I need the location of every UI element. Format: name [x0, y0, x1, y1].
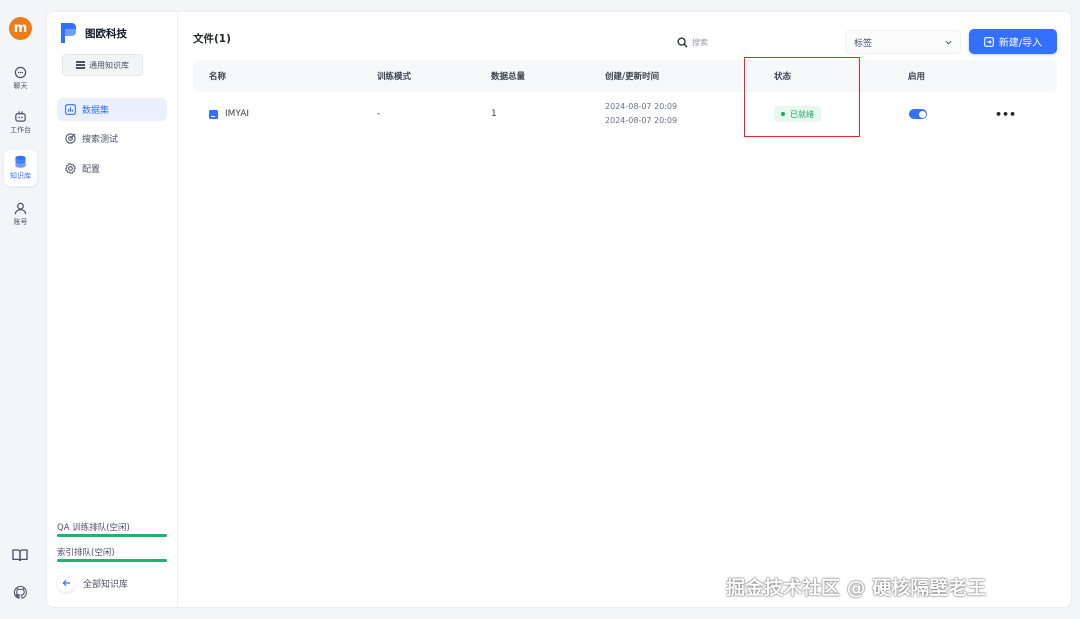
knowledge-type-label: 通用知识库	[89, 60, 129, 70]
column-training-mode: 训练模式	[377, 72, 412, 82]
files-title: 文件(1)	[193, 33, 231, 45]
user-avatar[interactable]: m	[9, 17, 32, 40]
file-name-cell[interactable]: IMYAI	[209, 94, 249, 134]
enabled-cell	[909, 94, 927, 134]
time-cell: 2024-08-07 20:09 2024-08-07 20:09	[605, 94, 677, 134]
column-data-count: 数据总量	[491, 72, 526, 82]
rail-item-account[interactable]: 账号	[4, 196, 37, 232]
data-count-cell: 1	[491, 109, 497, 119]
more-actions-button[interactable]: •••	[995, 108, 1016, 121]
list-icon	[76, 61, 85, 69]
qa-queue-progress	[57, 534, 167, 537]
file-name: IMYAI	[225, 109, 250, 119]
tag-select[interactable]: 标签	[845, 30, 961, 54]
chevron-down-icon	[945, 40, 952, 45]
nav-item-label: 搜索测试	[82, 135, 119, 145]
file-icon	[209, 109, 218, 119]
status-highlight-box	[744, 57, 860, 137]
book-icon	[12, 549, 28, 562]
github-button[interactable]	[11, 583, 29, 601]
new-import-button[interactable]: 新建/导入	[969, 29, 1057, 54]
rail-item-label: 知识库	[10, 172, 31, 180]
back-label: 全部知识库	[83, 579, 129, 590]
search-input[interactable]: 搜索	[671, 30, 841, 54]
index-queue-progress	[57, 559, 167, 562]
training-mode-cell: -	[377, 109, 381, 119]
table-row[interactable]: IMYAI - 1 2024-08-07 20:09 2024-08-07 20…	[193, 94, 1057, 134]
main-card: 图欧科技 通用知识库 数据集 搜索测试 配置 QA 训练排队(空闲) 索引排队(…	[46, 11, 1072, 608]
dataset-sidebar: 图欧科技 通用知识库 数据集 搜索测试 配置 QA 训练排队(空闲) 索引排队(…	[47, 12, 178, 607]
arrow-left-icon	[62, 579, 70, 587]
import-icon	[983, 36, 994, 47]
nav-item-search-test[interactable]: 搜索测试	[57, 127, 167, 150]
index-queue-status: 索引排队(空闲)	[57, 548, 115, 558]
brand-name: 图欧科技	[85, 27, 127, 40]
user-icon	[14, 202, 27, 214]
docs-button[interactable]	[11, 546, 29, 564]
search-icon	[677, 36, 688, 48]
watermark: 掘金技术社区 @ 硬核隔壁老王	[726, 577, 987, 599]
updated-time: 2024-08-07 20:09	[605, 116, 678, 125]
dataset-icon	[65, 104, 76, 115]
nav-item-label: 配置	[82, 165, 101, 175]
search-placeholder: 搜索	[692, 37, 708, 47]
rail-item-label: 工作台	[10, 125, 31, 134]
table-header: 名称 训练模式 数据总量 创建/更新时间 状态 启用	[193, 60, 1057, 92]
database-icon	[15, 155, 26, 168]
new-import-label: 新建/导入	[998, 38, 1043, 49]
back-to-all-knowledge[interactable]: 全部知识库	[57, 574, 128, 592]
search-test-icon	[65, 133, 76, 144]
column-time: 创建/更新时间	[605, 72, 660, 82]
column-enabled: 启用	[908, 72, 926, 82]
qa-queue-status: QA 训练排队(空闲)	[57, 523, 130, 533]
robot-icon	[15, 110, 26, 122]
brand-logo-icon	[61, 23, 76, 43]
column-name: 名称	[209, 72, 227, 82]
knowledge-type-tag: 通用知识库	[62, 54, 143, 76]
enabled-toggle[interactable]	[909, 109, 927, 119]
chat-icon	[14, 66, 27, 78]
rail-item-knowledge[interactable]: 知识库	[4, 150, 37, 186]
rail-item-label: 聊天	[13, 81, 28, 90]
nav-item-dataset[interactable]: 数据集	[57, 98, 167, 121]
github-icon	[13, 585, 27, 599]
app-rail: m 聊天 工作台 知识库 账号	[0, 0, 40, 619]
back-button[interactable]	[57, 574, 75, 592]
nav-item-label: 数据集	[82, 106, 110, 116]
tag-select-value: 标签	[854, 38, 873, 49]
rail-item-chat[interactable]: 聊天	[4, 60, 37, 96]
nav-item-config[interactable]: 配置	[57, 157, 167, 180]
more-actions-cell: •••	[995, 94, 1016, 134]
rail-item-label: 账号	[13, 217, 28, 226]
rail-item-workbench[interactable]: 工作台	[4, 104, 37, 140]
brand: 图欧科技	[59, 22, 127, 44]
gear-icon	[65, 163, 76, 174]
created-time: 2024-08-07 20:09	[605, 102, 678, 111]
